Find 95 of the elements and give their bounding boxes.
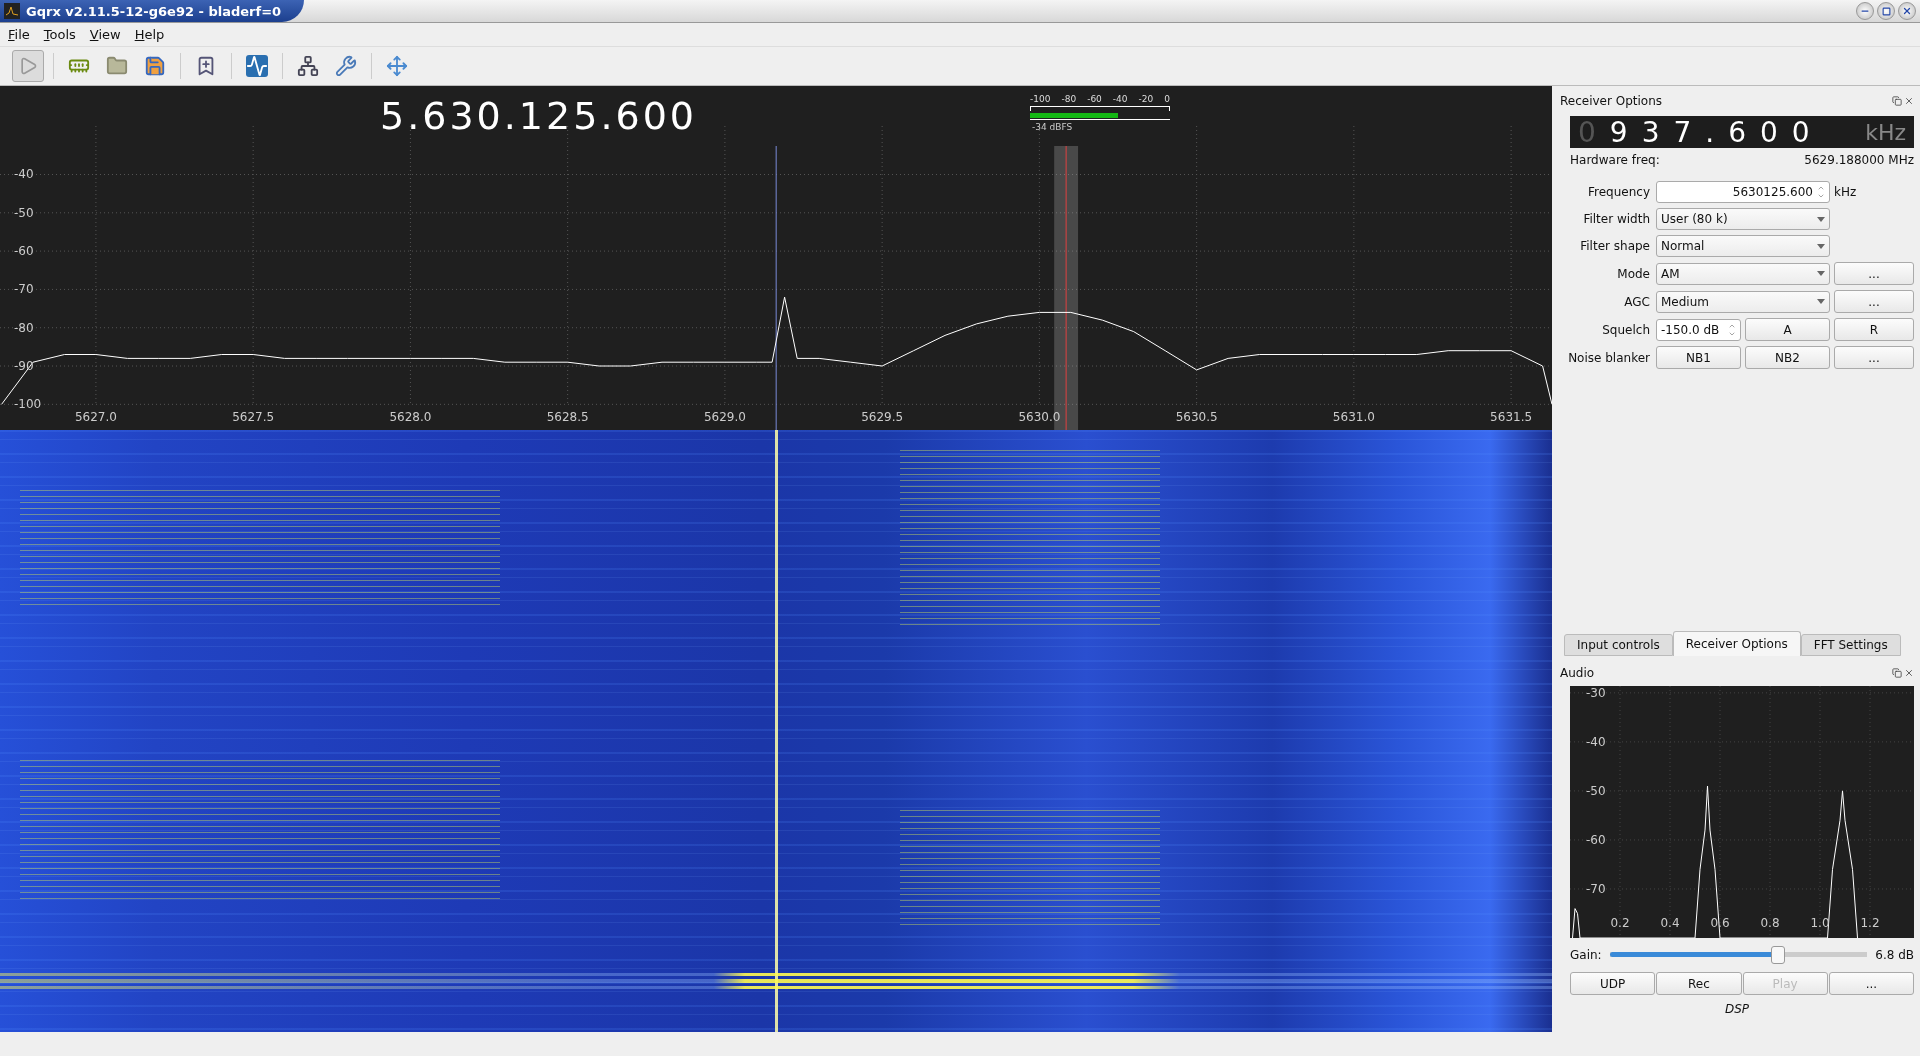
options-button[interactable]: ... bbox=[1834, 290, 1914, 313]
save-icon bbox=[144, 55, 166, 77]
option-button[interactable]: R bbox=[1834, 318, 1914, 341]
field-label: Mode bbox=[1616, 266, 1651, 281]
meter-tick-label: -80 bbox=[1061, 94, 1077, 104]
tab[interactable]: Receiver Options bbox=[1672, 631, 1801, 656]
play-icon bbox=[18, 56, 38, 76]
dropdown[interactable]: Normal bbox=[1656, 235, 1830, 257]
gain-slider-thumb[interactable] bbox=[1771, 946, 1786, 964]
hardware-freq-label: Hardware freq: bbox=[1570, 153, 1660, 167]
axis-label: 5628.0 bbox=[389, 410, 432, 424]
tools-icon bbox=[335, 55, 357, 77]
axis-label: 0.4 bbox=[1660, 916, 1680, 930]
axis-label: 0.2 bbox=[1610, 916, 1630, 930]
meter-tick-label: -40 bbox=[1112, 94, 1128, 104]
field-label: Filter shape bbox=[1579, 239, 1651, 253]
axis-label: -70 bbox=[14, 282, 34, 297]
close-button[interactable] bbox=[1898, 2, 1916, 20]
app-icon bbox=[4, 3, 20, 19]
axis-label: 5629.0 bbox=[703, 410, 746, 424]
axis-label: -50 bbox=[14, 205, 34, 220]
network-computers-icon bbox=[297, 55, 319, 77]
dropdown-caret-icon bbox=[1817, 299, 1825, 304]
axis-label: 5631.5 bbox=[1490, 410, 1533, 424]
dropdown[interactable]: User (80 k) bbox=[1656, 208, 1830, 230]
close-icon[interactable] bbox=[1904, 668, 1914, 678]
frequency-spinbox[interactable]: 5630125.600 bbox=[1656, 181, 1830, 203]
axis-label: 5627.5 bbox=[232, 410, 275, 424]
gain-label: Gain: bbox=[1570, 948, 1602, 962]
panel-title: Receiver Options bbox=[1560, 94, 1663, 108]
axis-label: 1.2 bbox=[1860, 916, 1880, 930]
maximize-button[interactable] bbox=[1877, 2, 1895, 20]
meter-tick-label: 0 bbox=[1164, 94, 1170, 104]
minimize-button[interactable] bbox=[1856, 2, 1874, 20]
hardware-freq-value: 5629.188000 MHz bbox=[1804, 153, 1914, 167]
frequency-display[interactable]: 0 937.600 kHz bbox=[1570, 116, 1914, 148]
field-label: Frequency bbox=[1587, 185, 1651, 199]
meter-tick-label: -60 bbox=[1087, 94, 1102, 104]
axis-label: 5628.5 bbox=[546, 410, 589, 424]
maximize-icon bbox=[1881, 6, 1891, 16]
options-button[interactable]: ... bbox=[1834, 262, 1914, 285]
axis-label: -60 bbox=[1586, 832, 1606, 847]
meter-reading: -34 dBFS bbox=[1032, 122, 1074, 132]
window-title: Gqrx v2.11.5-12-g6e92 - bladerf=0 bbox=[26, 3, 282, 19]
axis-label: -40 bbox=[14, 167, 34, 182]
audio-button[interactable]: Rec bbox=[1656, 972, 1742, 995]
audio-button[interactable]: UDP bbox=[1570, 972, 1656, 995]
dsp-label: DSP bbox=[1724, 1002, 1750, 1016]
axis-label: -40 bbox=[1586, 734, 1606, 749]
option-button[interactable]: ... bbox=[1834, 346, 1914, 369]
option-button[interactable]: NB2 bbox=[1745, 346, 1830, 369]
option-button[interactable]: NB1 bbox=[1656, 346, 1741, 369]
panel-title: Audio bbox=[1560, 666, 1595, 680]
close-icon[interactable] bbox=[1904, 96, 1914, 106]
axis-label: -100 bbox=[14, 397, 42, 412]
axis-label: 5631.0 bbox=[1332, 410, 1375, 424]
folder-icon bbox=[106, 55, 128, 77]
menu-item[interactable]: Tools bbox=[43, 27, 76, 42]
dropdown-caret-icon bbox=[1817, 243, 1825, 249]
axis-label: 0.8 bbox=[1760, 916, 1780, 930]
float-icon[interactable] bbox=[1892, 668, 1902, 678]
dropdown[interactable]: Medium bbox=[1656, 290, 1830, 313]
axis-label: -80 bbox=[14, 320, 34, 335]
tab[interactable]: Input controls bbox=[1564, 634, 1673, 656]
axis-label: -30 bbox=[1586, 686, 1606, 700]
meter-tick-label: -20 bbox=[1138, 94, 1154, 104]
axis-label: -60 bbox=[14, 244, 34, 259]
field-label: Squelch bbox=[1601, 322, 1651, 337]
dropdown-caret-icon bbox=[1817, 271, 1825, 276]
menu-item[interactable]: View bbox=[89, 27, 121, 42]
dropdown-caret-icon bbox=[1817, 216, 1825, 222]
axis-label: -70 bbox=[1586, 881, 1606, 896]
audio-button[interactable]: ... bbox=[1828, 972, 1914, 995]
field-label: Filter width bbox=[1582, 212, 1651, 226]
menu-item[interactable]: Help bbox=[134, 27, 165, 42]
close-icon bbox=[1902, 6, 1912, 16]
axis-label: 5627.0 bbox=[74, 410, 117, 424]
move-arrows-icon bbox=[386, 55, 408, 77]
unit-label: kHz bbox=[1834, 185, 1858, 199]
frequency-readout: 5.630.125.600 bbox=[380, 94, 697, 138]
meter-tick-label: -100 bbox=[1030, 94, 1051, 104]
axis-label: -50 bbox=[1586, 783, 1606, 798]
axis-label: 5630.5 bbox=[1175, 410, 1218, 424]
squelch-spinbox[interactable]: -150.0 dB bbox=[1656, 318, 1741, 341]
option-button[interactable]: A bbox=[1745, 318, 1830, 341]
tab[interactable]: FFT Settings bbox=[1800, 634, 1901, 656]
field-label: Noise blanker bbox=[1567, 350, 1651, 365]
dropdown[interactable]: AM bbox=[1656, 262, 1830, 285]
gain-value: 6.8 dB bbox=[1875, 948, 1914, 962]
axis-label: 5630.0 bbox=[1018, 410, 1061, 424]
axis-label: 5629.5 bbox=[861, 410, 904, 424]
waveform-monitor-icon bbox=[246, 55, 268, 77]
float-icon[interactable] bbox=[1892, 96, 1902, 106]
field-label: AGC bbox=[1623, 294, 1651, 309]
menu-item[interactable]: File bbox=[8, 27, 30, 42]
